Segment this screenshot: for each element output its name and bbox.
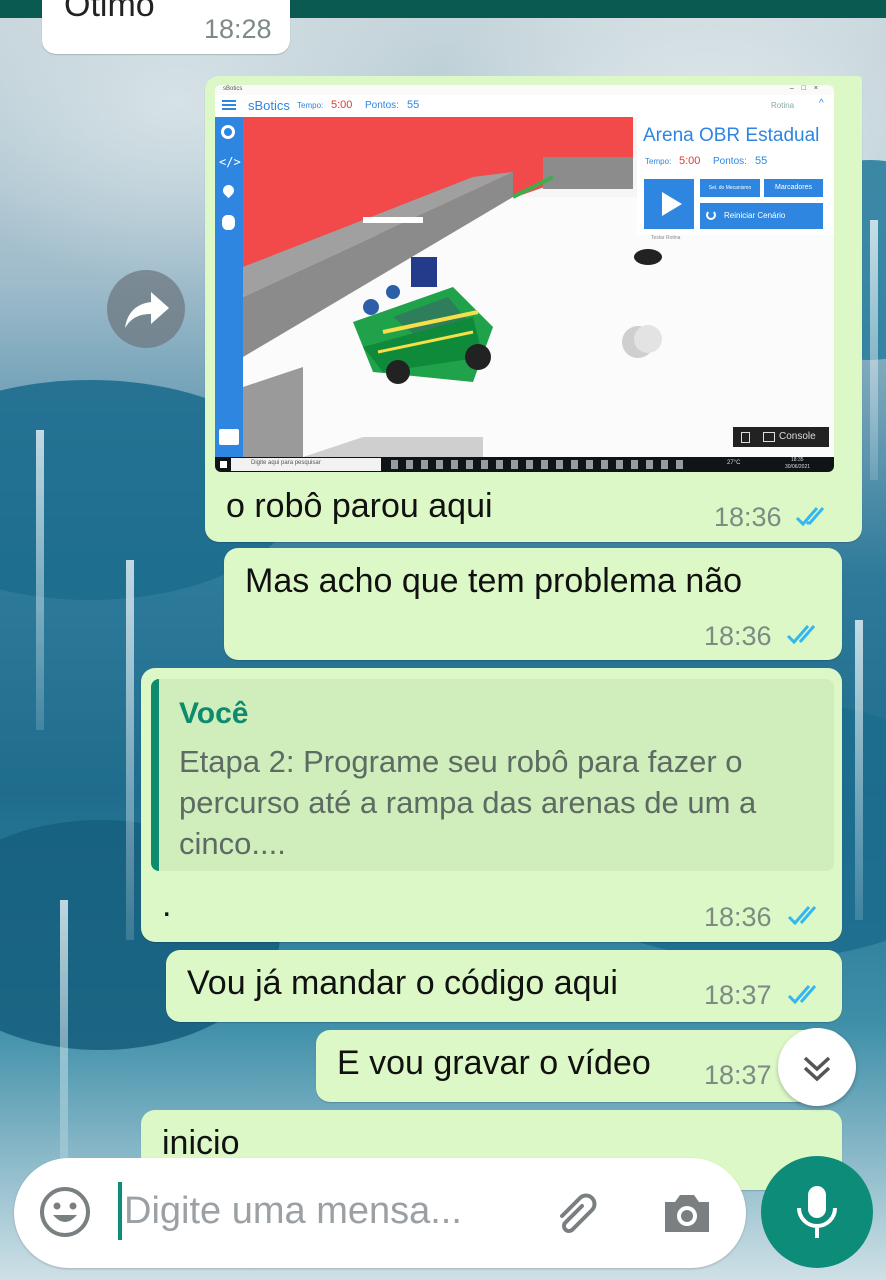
camera-icon — [665, 1195, 709, 1232]
taskbar-app-icons — [391, 460, 691, 469]
camera-button[interactable] — [659, 1188, 715, 1238]
message-time: 18:28 — [204, 14, 272, 44]
message-composer: Digite uma mensa... — [14, 1158, 746, 1268]
quote-accent-bar — [151, 679, 159, 871]
markers-button[interactable]: Marcadores — [764, 179, 823, 197]
voice-message-button[interactable] — [761, 1156, 873, 1268]
markers-label: Marcadores — [775, 184, 812, 191]
windows-start-icon[interactable] — [220, 461, 227, 468]
reset-scene-label: Reiniciar Cenário — [724, 211, 786, 220]
window-title: sBotics — [223, 86, 243, 92]
mic-icon — [797, 1186, 837, 1238]
message-text: Vou já mandar o código aqui — [187, 964, 618, 1002]
forward-icon — [125, 292, 169, 328]
read-ticks-icon — [795, 507, 825, 527]
app-name: sBotics — [248, 98, 290, 113]
gear-icon[interactable] — [221, 125, 235, 139]
pontos-label: Pontos: — [365, 100, 399, 111]
panel-pontos-label: Pontos: — [713, 156, 747, 167]
window-controls: –□× — [789, 85, 826, 92]
quote-author: Você — [179, 697, 249, 730]
tempo-label: Tempo: — [297, 101, 324, 110]
tray-date: 30/06/2021 — [785, 464, 811, 470]
pontos-value: 55 — [407, 99, 420, 111]
message-bubble-outgoing[interactable]: E vou gravar o vídeo 18:37 — [316, 1030, 842, 1102]
message-time: 18:36 — [704, 621, 772, 651]
shared-screenshot-image[interactable]: sBotics –□× sBotics Tempo: 5:00 Pontos: … — [215, 85, 834, 472]
console-button[interactable]: Console — [733, 427, 829, 447]
read-ticks-icon — [787, 906, 817, 926]
location-pin-icon[interactable] — [220, 182, 237, 199]
emoji-icon — [40, 1187, 90, 1237]
taskbar-search-box[interactable]: Digite aqui para pesquisar — [231, 458, 381, 471]
message-time: 18:36 — [704, 902, 772, 932]
message-time: 18:37 — [704, 980, 772, 1010]
reset-scene-button[interactable]: Reiniciar Cenário — [700, 203, 823, 229]
scroll-to-bottom-button[interactable] — [778, 1028, 856, 1106]
panel-tempo-label: Tempo: — [645, 157, 672, 166]
window-titlebar: sBotics –□× — [215, 85, 834, 95]
select-mechanism-label: Sel. do Mecanismo — [708, 185, 752, 191]
reset-icon — [706, 210, 716, 220]
message-bubble-outgoing[interactable]: Vou já mandar o código aqui 18:37 — [166, 950, 842, 1022]
code-icon[interactable]: </> — [219, 155, 241, 169]
badge-icon[interactable] — [222, 215, 235, 230]
tray-temperature: 27°C — [727, 460, 741, 466]
message-text: E vou gravar o vídeo — [337, 1044, 651, 1082]
play-icon — [662, 192, 682, 216]
taskbar-search-placeholder: Digite aqui para pesquisar — [251, 460, 321, 466]
message-time: 18:36 — [714, 502, 782, 532]
scroll-down-icon — [803, 1056, 831, 1082]
message-text: Ótimo — [64, 0, 155, 24]
test-routine-label: Testar Rotina — [651, 235, 681, 241]
panel-pontos-value: 55 — [755, 155, 768, 167]
arena-title: Arena OBR Estadual — [643, 125, 820, 146]
message-bubble-outgoing[interactable]: Mas acho que tem problema não 18:36 — [224, 548, 842, 660]
message-text: Mas acho que tem problema não — [245, 562, 743, 600]
terminal-icon — [763, 432, 775, 442]
read-ticks-icon — [787, 985, 817, 1005]
message-time: 18:37 — [704, 1060, 772, 1090]
menu-icon-middle — [222, 104, 236, 106]
rotina-label: Rotina — [771, 101, 795, 110]
message-input[interactable]: Digite uma mensa... — [124, 1190, 462, 1233]
windows-taskbar: Digite aqui para pesquisar 27°C 18:35 30… — [215, 457, 834, 472]
chevron-up-icon[interactable]: ^ — [819, 98, 824, 109]
app-bar: sBotics Tempo: 5:00 Pontos: 55 Rotina ^ — [215, 95, 834, 117]
message-bubble-incoming[interactable]: Ótimo 18:28 — [42, 0, 290, 54]
play-button[interactable] — [644, 179, 694, 229]
quoted-message[interactable]: Você Etapa 2: Programe seu robô para faz… — [151, 679, 834, 871]
console-label: Console — [779, 431, 816, 442]
tray-time: 18:35 — [791, 457, 804, 463]
document-icon — [741, 432, 750, 443]
emoji-button[interactable] — [38, 1185, 92, 1239]
attach-icon — [560, 1193, 597, 1233]
quote-text: Etapa 2: Programe seu robô para fazer o … — [179, 744, 757, 861]
read-ticks-icon — [786, 625, 816, 645]
attach-button[interactable] — [548, 1186, 606, 1240]
book-icon[interactable] — [219, 429, 239, 445]
arena-panel: Arena OBR Estadual Tempo: 5:00 Pontos: 5… — [637, 117, 834, 241]
forward-button[interactable] — [107, 270, 185, 348]
panel-tempo-value: 5:00 — [679, 155, 701, 167]
message-text: . — [162, 886, 172, 924]
tempo-value: 5:00 — [331, 99, 353, 111]
text-cursor — [118, 1182, 122, 1240]
app-sidebar: </> — [215, 117, 243, 457]
image-caption: o robô parou aqui — [226, 487, 493, 525]
select-mechanism-button[interactable]: Sel. do Mecanismo — [700, 179, 760, 197]
